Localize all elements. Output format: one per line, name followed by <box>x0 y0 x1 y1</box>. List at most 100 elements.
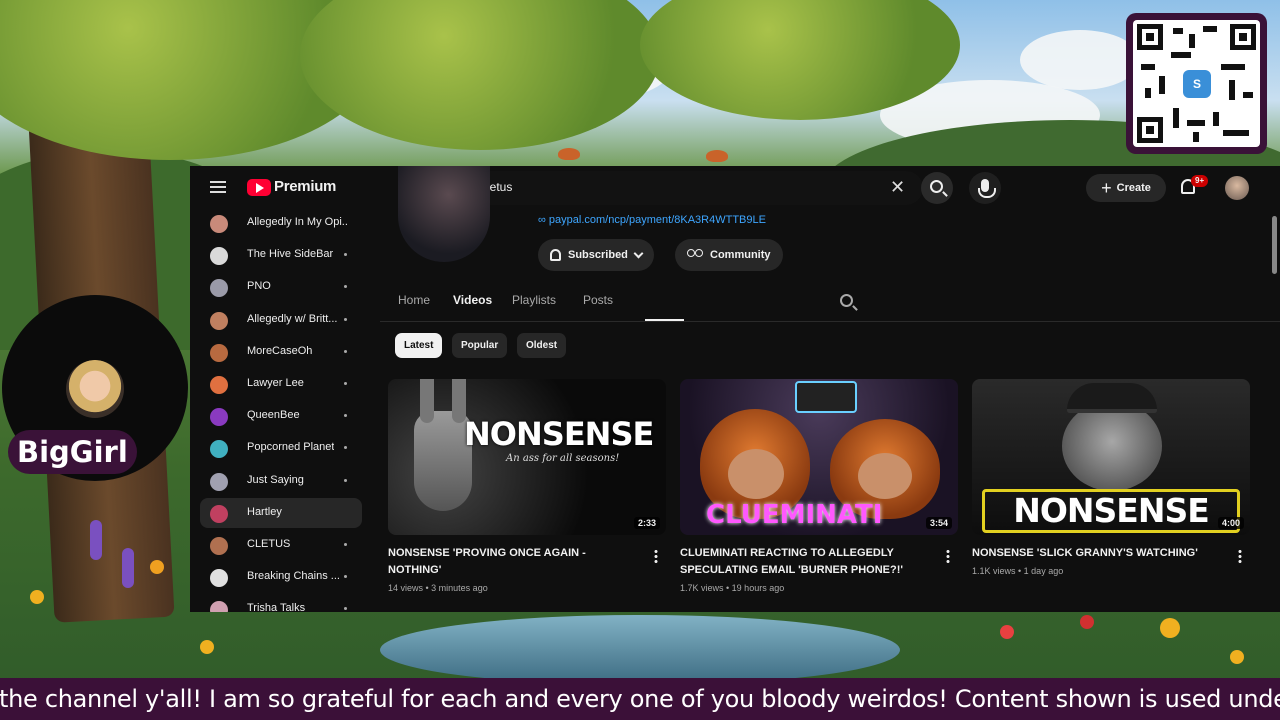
video-card[interactable]: NONSENSE An ass for all seasons! 2:33 NO… <box>388 379 666 593</box>
video-thumbnail[interactable]: NONSENSE 4:00 <box>972 379 1250 535</box>
video-title[interactable]: NONSENSE 'PROVING ONCE AGAIN - NOTHING' <box>388 545 638 579</box>
video-thumbnail[interactable]: CLUEMINATI 3:54 <box>680 379 958 535</box>
video-meta: 1.7K views • 19 hours ago <box>680 583 785 593</box>
sidebar-channel-label: Hartley <box>247 505 282 518</box>
video-title[interactable]: NONSENSE 'SLICK GRANNY'S WATCHING' <box>972 545 1222 562</box>
video-duration: 2:33 <box>633 517 660 529</box>
hamburger-menu-icon[interactable] <box>210 181 226 193</box>
sidebar-channel-label: Allegedly In My Opi... <box>247 216 347 228</box>
new-content-dot <box>344 607 347 611</box>
sidebar-channel-item[interactable]: Trisha Talks <box>200 594 362 612</box>
screen-image <box>795 381 857 413</box>
youtube-brand[interactable]: Premium <box>274 178 336 195</box>
channel-avatar-icon <box>210 247 228 266</box>
create-label: Create <box>1116 182 1151 194</box>
channel-avatar-icon <box>210 279 228 298</box>
tab-videos[interactable]: Videos <box>453 293 492 307</box>
search-box[interactable]: ✕ <box>448 171 923 205</box>
chevron-down-icon <box>633 248 644 258</box>
new-content-dot <box>344 382 347 385</box>
new-content-dot <box>344 285 347 289</box>
channel-search-icon[interactable] <box>840 294 853 307</box>
sidebar-channel-item[interactable]: Just Saying <box>200 466 362 496</box>
tab-playlists[interactable]: Playlists <box>512 293 556 307</box>
sidebar-channel-label: Popcorned Planet <box>247 441 335 454</box>
sidebar-channel-item[interactable]: Allegedly w/ Britt... <box>200 305 362 335</box>
new-content-dot <box>344 317 347 321</box>
subscribed-label: Subscribed <box>568 249 628 261</box>
sidebar-channel-label: MoreCaseOh <box>247 344 313 357</box>
sidebar-channel-item[interactable]: CLETUS <box>200 530 362 560</box>
thumbnail-title: NONSENSE <box>464 415 654 453</box>
voice-search-button[interactable] <box>969 172 1001 204</box>
scrollbar[interactable] <box>1272 216 1277 274</box>
channel-link[interactable]: ∞ paypal.com/ncp/payment/8KA3R4WTTB9LE <box>538 214 766 226</box>
tab-home[interactable]: Home <box>398 293 430 307</box>
thumbnail-title: CLUEMINATI <box>706 500 883 530</box>
sidebar-channel-item[interactable]: Hartley <box>200 497 362 528</box>
tab-posts[interactable]: Posts <box>583 293 613 307</box>
microphone-icon <box>978 179 996 198</box>
sidebar-channel-item[interactable]: PNO <box>200 272 362 302</box>
new-content-dot <box>344 575 347 579</box>
youtube-logo-icon[interactable] <box>247 179 271 196</box>
sidebar-channel-item[interactable]: QueenBee <box>200 401 362 431</box>
youtube-window: Premium ✕ + Create 9+ Allegedly In My Op… <box>190 166 1280 612</box>
community-button[interactable]: Community <box>675 239 783 271</box>
chip-popular[interactable]: Popular <box>452 333 508 358</box>
chip-latest[interactable]: Latest <box>395 333 443 358</box>
more-options-icon[interactable] <box>654 549 658 563</box>
sidebar-channel-label: Allegedly w/ Britt... <box>247 312 338 325</box>
sidebar-channel-label: Trisha Talks <box>247 602 306 612</box>
new-content-dot <box>344 478 347 482</box>
sidebar-channel-label: Lawyer Lee <box>247 377 304 389</box>
cloud-logo-icon: S <box>1183 70 1211 98</box>
video-card[interactable]: CLUEMINATI 3:54 CLUEMINATI REACTING TO A… <box>680 379 958 593</box>
subscribed-button[interactable]: Subscribed <box>538 239 654 271</box>
bell-icon <box>550 249 561 261</box>
channel-avatar[interactable] <box>398 166 490 262</box>
channel-avatar-icon <box>210 472 228 491</box>
close-icon[interactable]: ✕ <box>890 177 905 198</box>
channel-avatar-icon <box>210 343 228 362</box>
channel-avatar-icon <box>210 504 228 523</box>
more-options-icon[interactable] <box>1238 549 1242 563</box>
channel-avatar-icon <box>210 440 228 459</box>
new-content-dot <box>344 253 347 257</box>
video-meta: 1.1K views • 1 day ago <box>972 566 1064 576</box>
channel-avatar-icon <box>210 408 228 427</box>
new-content-dot <box>344 414 347 418</box>
search-icon <box>930 180 943 193</box>
webcam-feed <box>66 360 124 418</box>
top-bar: Premium ✕ + Create 9+ <box>190 166 1280 210</box>
channel-avatar-icon <box>210 569 228 588</box>
video-thumbnail[interactable]: NONSENSE An ass for all seasons! 2:33 <box>388 379 666 535</box>
sidebar-channel-item[interactable]: Popcorned Planet <box>200 433 362 463</box>
qr-code-panel: S <box>1126 13 1267 154</box>
hat-image <box>1067 383 1157 413</box>
video-meta: 14 views • 3 minutes ago <box>388 583 488 593</box>
sidebar-channel-item[interactable]: Breaking Chains ... <box>200 562 362 592</box>
search-button[interactable] <box>921 172 953 204</box>
chip-oldest[interactable]: Oldest <box>517 333 567 358</box>
ticker-text: the channel y'all! I am so grateful for … <box>0 685 1280 713</box>
streamer-name: BigGirl <box>8 430 137 474</box>
sidebar-channel-item[interactable]: The Hive SideBar <box>200 240 362 270</box>
channel-tabs: Home Videos Playlists Posts <box>380 284 1280 322</box>
plus-icon: + <box>1101 178 1112 198</box>
video-card[interactable]: NONSENSE 4:00 NONSENSE 'SLICK GRANNY'S W… <box>972 379 1250 576</box>
search-input[interactable] <box>461 180 861 194</box>
qr-code: S <box>1133 20 1260 147</box>
rat-image <box>1062 401 1162 491</box>
sidebar-channel-label: PNO <box>247 280 271 293</box>
thumbnail-title: NONSENSE <box>982 489 1240 533</box>
more-options-icon[interactable] <box>946 549 950 563</box>
video-duration: 3:54 <box>925 517 952 529</box>
sidebar-channel-item[interactable]: Lawyer Lee <box>200 369 362 399</box>
create-button[interactable]: + Create <box>1086 174 1166 202</box>
sidebar-channel-item[interactable]: Allegedly In My Opi... <box>200 210 362 238</box>
channel-avatar-icon <box>210 311 228 330</box>
video-title[interactable]: CLUEMINATI REACTING TO ALLEGEDLY SPECULA… <box>680 545 930 579</box>
sidebar-channel-item[interactable]: MoreCaseOh <box>200 337 362 367</box>
account-avatar[interactable] <box>1225 176 1249 200</box>
